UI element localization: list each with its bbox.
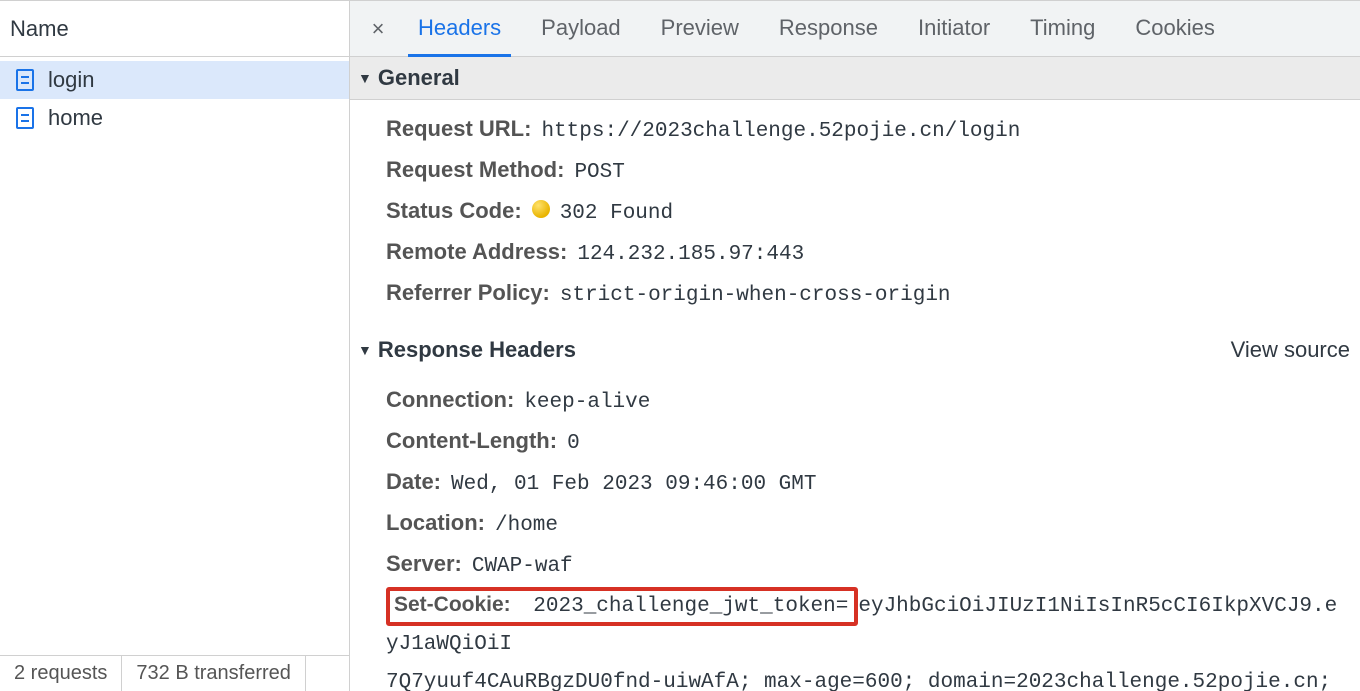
tab-initiator[interactable]: Initiator	[898, 0, 1010, 56]
tab-payload[interactable]: Payload	[521, 0, 641, 56]
tab-response[interactable]: Response	[759, 0, 898, 56]
section-general-body: Request URL: https://2023challenge.52poj…	[350, 100, 1360, 329]
tab-preview[interactable]: Preview	[641, 0, 759, 56]
value-set-cookie-name: 2023_challenge_jwt_token=	[533, 595, 848, 618]
section-general-title: General	[378, 65, 460, 91]
label-remote-address: Remote Address:	[386, 233, 567, 271]
label-content-length: Content-Length:	[386, 422, 557, 460]
row-remote-address: Remote Address: 124.232.185.97:443	[386, 233, 1340, 274]
sidebar-header[interactable]: Name	[0, 1, 349, 57]
row-content-length: Content-Length: 0	[386, 422, 1340, 463]
label-server: Server:	[386, 545, 462, 583]
tab-cookies[interactable]: Cookies	[1115, 0, 1234, 56]
request-row-home[interactable]: home	[0, 99, 349, 137]
set-cookie-highlight: Set-Cookie: 2023_challenge_jwt_token=	[386, 587, 858, 626]
request-list: login home	[0, 57, 349, 655]
value-referrer-policy: strict-origin-when-cross-origin	[560, 277, 951, 315]
view-source-link[interactable]: View source	[1231, 337, 1350, 363]
value-connection: keep-alive	[524, 384, 650, 422]
row-request-url: Request URL: https://2023challenge.52poj…	[386, 110, 1340, 151]
chevron-down-icon[interactable]: ▼	[358, 70, 372, 86]
label-status-code: Status Code:	[386, 192, 522, 230]
devtools-network-panel: Name login home 2 requests 732 B transfe…	[0, 0, 1360, 691]
status-transferred: 732 B transferred	[122, 656, 306, 691]
detail-panel: × Headers Payload Preview Response Initi…	[350, 0, 1360, 691]
tab-headers[interactable]: Headers	[398, 0, 521, 56]
value-set-cookie-rest2: 7Q7yuuf4CAuRBgzDU0fnd-uiwAfA; max-age=60…	[386, 664, 1340, 691]
sidebar-header-label: Name	[10, 16, 69, 42]
label-request-url: Request URL:	[386, 110, 531, 148]
request-sidebar: Name login home 2 requests 732 B transfe…	[0, 0, 350, 691]
close-icon[interactable]: ×	[358, 16, 398, 42]
request-name: login	[48, 67, 94, 93]
row-location: Location: /home	[386, 504, 1340, 545]
label-referrer-policy: Referrer Policy:	[386, 274, 550, 312]
value-remote-address: 124.232.185.97:443	[577, 236, 804, 274]
value-request-url: https://2023challenge.52pojie.cn/login	[541, 113, 1020, 151]
document-icon	[16, 69, 34, 91]
label-date: Date:	[386, 463, 441, 501]
value-request-method: POST	[574, 154, 624, 192]
value-server: CWAP-waf	[472, 548, 573, 586]
tab-timing[interactable]: Timing	[1010, 0, 1115, 56]
value-date: Wed, 01 Feb 2023 09:46:00 GMT	[451, 466, 816, 504]
detail-body: ▼ General Request URL: https://2023chall…	[350, 57, 1360, 691]
status-dot-icon	[532, 200, 550, 218]
row-date: Date: Wed, 01 Feb 2023 09:46:00 GMT	[386, 463, 1340, 504]
section-response-title: Response Headers	[378, 337, 576, 363]
label-connection: Connection:	[386, 381, 514, 419]
request-name: home	[48, 105, 103, 131]
status-strip: 2 requests 732 B transferred	[0, 655, 349, 691]
section-general-bar[interactable]: ▼ General	[350, 57, 1360, 100]
document-icon	[16, 107, 34, 129]
label-location: Location:	[386, 504, 485, 542]
row-server: Server: CWAP-waf	[386, 545, 1340, 586]
row-status-code: Status Code: 302 Found	[386, 192, 1340, 233]
request-row-login[interactable]: login	[0, 61, 349, 99]
row-request-method: Request Method: POST	[386, 151, 1340, 192]
value-status-code: 302 Found	[560, 195, 673, 233]
tab-bar: × Headers Payload Preview Response Initi…	[350, 1, 1360, 57]
row-referrer-policy: Referrer Policy: strict-origin-when-cros…	[386, 274, 1340, 315]
value-location: /home	[495, 507, 558, 545]
row-set-cookie: Set-Cookie: 2023_challenge_jwt_token=eyJ…	[386, 586, 1340, 691]
section-response-bar[interactable]: ▼ Response Headers View source	[350, 329, 1360, 371]
section-response-body: Connection: keep-alive Content-Length: 0…	[350, 371, 1360, 691]
status-requests: 2 requests	[0, 656, 122, 691]
chevron-down-icon[interactable]: ▼	[358, 342, 372, 358]
label-set-cookie: Set-Cookie:	[394, 593, 511, 616]
row-connection: Connection: keep-alive	[386, 381, 1340, 422]
value-content-length: 0	[567, 425, 580, 463]
label-request-method: Request Method:	[386, 151, 564, 189]
